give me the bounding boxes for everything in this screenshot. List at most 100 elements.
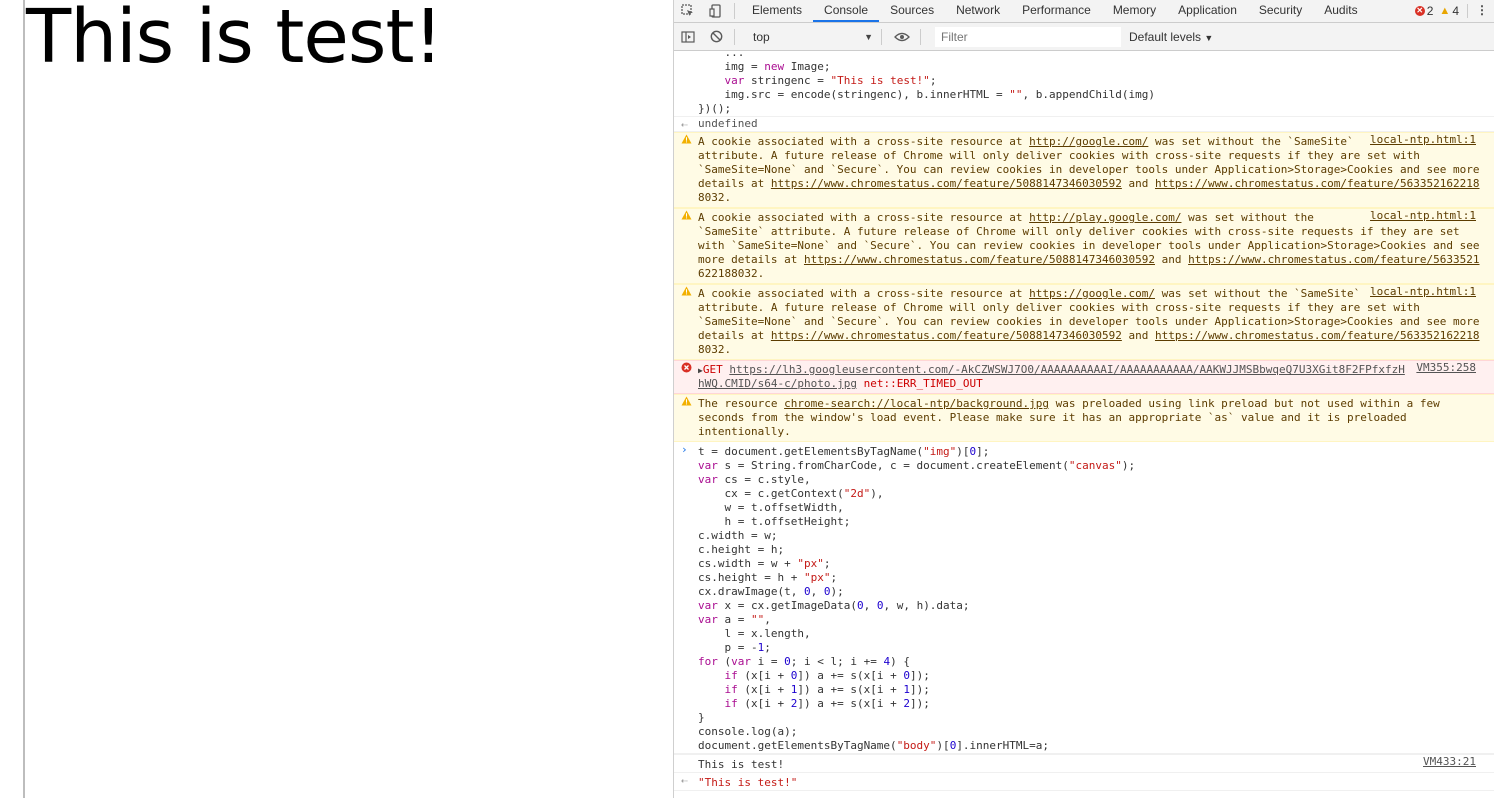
issue-counters[interactable]: ✕ 2 ▲ 4 [1414,0,1468,22]
toolbar-divider [734,3,735,19]
console-sidebar-icon[interactable] [674,26,702,48]
device-toolbar-icon[interactable] [702,0,730,22]
console-log: This is test! VM433:21 [674,754,1494,773]
tab-memory[interactable]: Memory [1102,0,1167,22]
console-line: var cs = c.style, [698,473,811,486]
console-line: c.height = h; [698,543,785,556]
console-line: t = document.getElementsByTagName("img")… [698,445,990,458]
toolbar-divider [734,28,735,45]
source-link[interactable]: VM355:258 [1416,361,1476,374]
console-line: cx = c.getContext("2d"), [698,487,884,500]
log-levels-dropdown[interactable]: Default levels ▼ [1129,30,1213,44]
console-line: more details at https://www.chromestatus… [698,253,1480,266]
console-line: var stringenc = "This is test!"; [724,74,937,87]
console-line: w = t.offsetWidth, [698,501,844,514]
result-arrow-icon: ⇠ [681,774,688,787]
tab-network[interactable]: Network [945,0,1011,22]
tab-console[interactable]: Console [813,0,880,22]
tab-performance[interactable]: Performance [1011,0,1102,22]
tab-application[interactable]: Application [1167,0,1248,22]
log-levels-label: Default levels [1129,29,1202,44]
console-warning: A cookie associated with a cross-site re… [674,284,1494,360]
console-line: 622188032. [698,267,765,280]
more-options-icon[interactable]: ⋮ [1474,0,1490,22]
filter-input[interactable] [935,26,1121,47]
source-link[interactable]: local-ntp.html:1 [1370,285,1476,298]
console-line: var a = "", [698,613,771,626]
console-line: 8032. [698,191,732,204]
console-line: 8032. [698,343,732,356]
tab-security[interactable]: Security [1248,0,1313,22]
inspected-page: This is test! [0,0,673,798]
console-line: l = x.length, [698,627,811,640]
dropdown-arrow-icon: ▼ [1204,32,1214,43]
inspect-element-icon[interactable] [674,0,702,22]
console-line: This is test! [698,758,785,771]
clear-console-icon[interactable] [702,26,730,48]
source-link[interactable]: local-ntp.html:1 [1370,209,1476,222]
devtools-panel: Elements Console Sources Network Performance… [673,0,1494,798]
warning-icon [681,286,693,299]
console-line: "This is test!" [698,776,798,789]
page-heading: This is test! [26,0,443,80]
console-line: h = t.offsetHeight; [698,515,851,528]
live-expression-icon[interactable] [888,26,916,48]
dropdown-arrow-icon: ▼ [864,31,873,42]
console-warning: A cookie associated with a cross-site re… [674,208,1494,284]
console-line: ... [698,50,745,59]
console-previous-input: ... img = new Image; var stringenc = "Th… [674,50,1494,117]
tab-elements[interactable]: Elements [741,0,813,22]
devtools-tabbar: Elements Console Sources Network Performance… [674,0,1494,23]
console-line: cs.width = w + "px"; [698,557,831,570]
console-line: document.getElementsByTagName("body")[0]… [698,739,1050,752]
context-selector[interactable]: top ▼ [747,27,877,47]
error-icon [681,362,693,376]
tab-sources[interactable]: Sources [879,0,945,22]
console-line: c.width = w; [698,529,778,542]
console-line: })(); [698,102,732,115]
warning-icon [681,134,693,147]
result-arrow-icon: ⇠ [681,118,688,131]
context-value: top [753,29,770,44]
console-line: ▶GET https://lh3.googleusercontent.com/-… [698,363,1405,376]
console-result: ⇠ "This is test!" [674,773,1494,791]
tab-audits[interactable]: Audits [1313,0,1368,22]
console-line: details at https://www.chromestatus.com/… [698,329,1480,342]
page-scrollbar-edge [23,0,25,798]
console-result: ⇠ undefined [674,117,1494,132]
toolbar-divider [881,28,882,45]
console-line: p = -1; [698,641,771,654]
console-line: The resource chrome-search://local-ntp/b… [698,397,1440,410]
console-line: intentionally. [698,425,791,438]
console-line: var x = cx.getImageData(0, 0, w, h).data… [698,599,970,612]
console-line: if (x[i + 0]) a += s(x[i + 0]); [724,669,930,682]
console-line: img.src = encode(stringenc), b.innerHTML… [698,88,1155,101]
warning-icon [681,396,693,409]
console-line: cs.height = h + "px"; [698,571,838,584]
console-line: hWQ.CMID/s64-c/photo.jpg net::ERR_TIMED_… [698,377,983,390]
console-line: `SameSite=None` and `Secure`. You can re… [698,315,1480,328]
console-line: img = new Image; [698,60,831,73]
console-line: } [698,711,705,724]
console-line: `SameSite=None` and `Secure`. You can re… [698,163,1480,176]
warning-icon: ▲ [1439,5,1451,17]
error-count: 2 [1426,4,1434,18]
panel-tabs: Elements Console Sources Network Performance… [741,0,1369,22]
console-error: ▶GET https://lh3.googleusercontent.com/-… [674,360,1494,394]
console-line: undefined [698,117,758,130]
console-line: console.log(a); [698,725,798,738]
console-line: attribute. A future release of Chrome wi… [698,301,1420,314]
console-line: `SameSite` attribute. A future release o… [698,225,1460,238]
console-line: var s = String.fromCharCode, c = documen… [698,459,1136,472]
console-line: cx.drawImage(t, 0, 0); [698,585,844,598]
console-line: details at https://www.chromestatus.com/… [698,177,1480,190]
console-line: attribute. A future release of Chrome wi… [698,149,1420,162]
console-line: with `SameSite=None` and `Secure`. You c… [698,239,1480,252]
console-toolbar: top ▼ Default levels ▼ [674,23,1494,51]
source-link[interactable]: local-ntp.html:1 [1370,133,1476,146]
toolbar-divider [920,28,921,45]
console-line: for (var i = 0; i < l; i += 4) { [698,655,910,668]
source-link[interactable]: VM433:21 [1423,755,1476,768]
console-output[interactable]: ... img = new Image; var stringenc = "Th… [674,50,1494,798]
prompt-chevron-icon: › [681,443,688,456]
